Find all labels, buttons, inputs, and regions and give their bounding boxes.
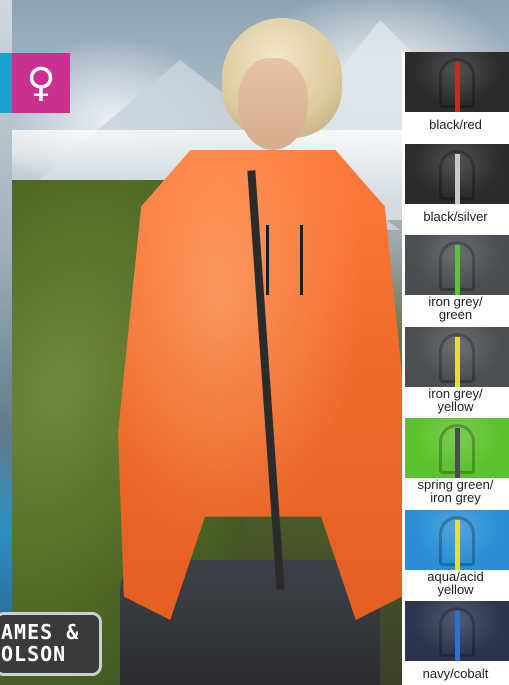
brand-logo-line-1: AMES & — [1, 620, 80, 644]
swatch-jacket-image — [405, 601, 509, 661]
swatch-jacket-image — [405, 326, 509, 387]
female-icon: ♀ — [12, 53, 70, 113]
swatch-jacket-image — [405, 52, 509, 112]
model-face — [238, 58, 308, 150]
swatch-zipper — [455, 245, 460, 295]
swatch-zipper — [455, 611, 460, 661]
swatch-label: iron grey/green — [428, 294, 483, 322]
swatch-zipper — [455, 153, 460, 204]
hood-drawcord — [300, 225, 303, 295]
swatch-zipper — [455, 428, 460, 478]
swatch-label: black/silver — [423, 208, 488, 224]
color-swatch-list: black/red black/silver iron grey/green iron… — [402, 52, 509, 685]
swatch-jacket-image — [405, 418, 509, 478]
swatch-jacket-image — [405, 143, 509, 204]
swatch-jacket-image — [405, 509, 509, 570]
swatch-jacket-image — [405, 235, 509, 295]
swatch-zipper — [455, 519, 460, 570]
swatch-label: iron grey/yellow — [428, 385, 483, 414]
brand-logo-line-2: OLSON — [1, 642, 67, 666]
swatch-label: aqua/acid yellow — [427, 568, 484, 597]
swatch-label: black/red — [429, 117, 482, 132]
swatch-zipper — [455, 62, 460, 112]
swatch-label: spring green/iron grey — [417, 477, 494, 505]
hood-drawcord — [266, 225, 269, 295]
female-symbol: ♀ — [26, 60, 56, 106]
category-tab — [0, 53, 12, 113]
swatch-zipper — [455, 336, 460, 387]
swatch-label: navy/cobalt — [422, 666, 489, 681]
brand-logo: AMES & OLSON — [0, 612, 102, 676]
